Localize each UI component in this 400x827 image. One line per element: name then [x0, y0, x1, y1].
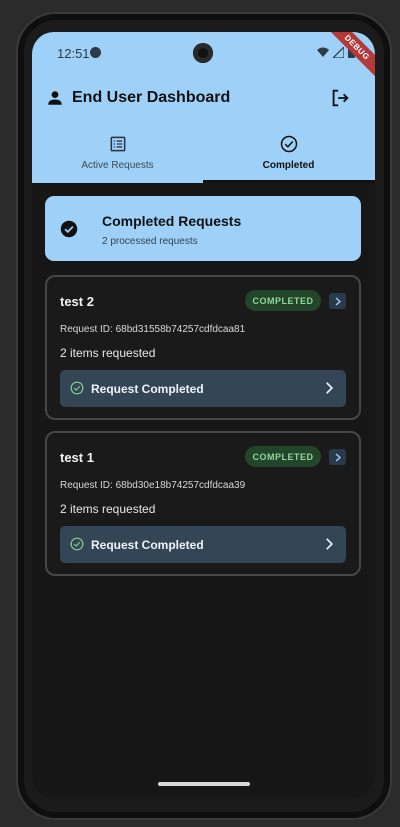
- request-completed-button[interactable]: Request Completed: [60, 370, 346, 407]
- home-indicator[interactable]: [158, 782, 250, 786]
- status-badge: COMPLETED: [245, 290, 321, 311]
- chevron-right-icon: [326, 538, 334, 550]
- signal-icon: [333, 46, 344, 58]
- tab-active-requests[interactable]: Active Requests: [32, 128, 203, 182]
- chevron-right-icon: [335, 452, 341, 462]
- request-name: test 2: [60, 294, 94, 309]
- request-id: Request ID: 68bd31558b74257cdfdcaa81: [60, 324, 246, 335]
- chevron-right-icon: [335, 296, 341, 306]
- status-bar: 12:51 DEBUG: [32, 32, 375, 82]
- page-title: End User Dashboard: [72, 89, 231, 106]
- logout-icon[interactable]: [329, 87, 351, 109]
- request-completed-label: Request Completed: [91, 538, 204, 552]
- expand-button[interactable]: [329, 449, 346, 465]
- request-card[interactable]: test 2 COMPLETED Request ID: 68bd31558b7…: [45, 275, 361, 420]
- check-circle-icon: [70, 537, 84, 551]
- request-card[interactable]: test 1 COMPLETED Request ID: 68bd30e18b7…: [45, 431, 361, 576]
- header: 12:51 DEBUG End User Dashboard Active Re…: [32, 32, 375, 183]
- request-completed-label: Request Completed: [91, 382, 204, 396]
- request-name: test 1: [60, 450, 94, 465]
- summary-card: Completed Requests 2 processed requests: [45, 196, 361, 261]
- notification-dot-icon: [90, 47, 101, 58]
- camera-cutout: [193, 43, 213, 63]
- list-alt-icon: [110, 136, 125, 152]
- request-items: 2 items requested: [60, 346, 156, 360]
- request-items: 2 items requested: [60, 502, 156, 516]
- expand-button[interactable]: [329, 293, 346, 309]
- request-completed-button[interactable]: Request Completed: [60, 526, 346, 563]
- summary-subtitle: 2 processed requests: [102, 236, 198, 247]
- status-time: 12:51: [57, 46, 90, 61]
- tab-label: Completed: [262, 160, 315, 171]
- check-circle-icon: [280, 135, 297, 153]
- app-screen: 12:51 DEBUG End User Dashboard Active Re…: [32, 32, 375, 798]
- person-icon: [48, 91, 62, 105]
- tab-label: Active Requests: [81, 160, 154, 171]
- check-circle-filled-icon: [60, 220, 78, 238]
- chevron-right-icon: [326, 382, 334, 394]
- summary-title: Completed Requests: [102, 213, 242, 229]
- tab-completed[interactable]: Completed: [203, 128, 374, 182]
- status-badge: COMPLETED: [245, 446, 321, 467]
- wifi-icon: [317, 47, 329, 57]
- tab-indicator: [203, 180, 375, 183]
- request-id: Request ID: 68bd30e18b74257cdfdcaa39: [60, 480, 246, 491]
- check-circle-icon: [70, 381, 84, 395]
